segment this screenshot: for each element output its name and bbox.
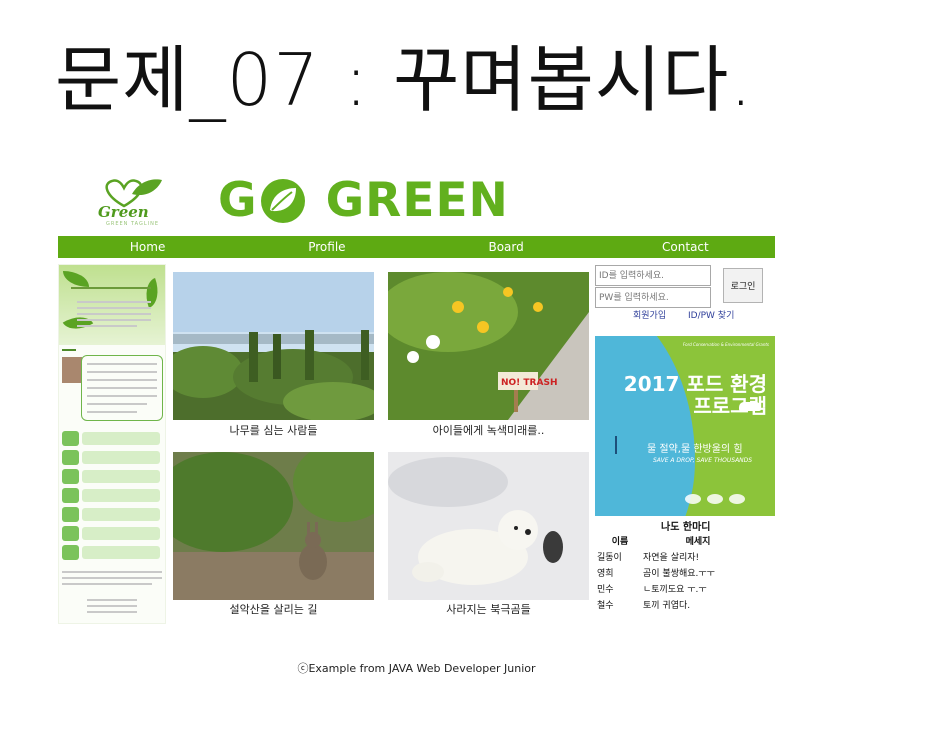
row-message: 토끼 귀엽다. bbox=[643, 600, 691, 611]
find-id-pw-link[interactable]: ID/PW 찾기 bbox=[688, 308, 734, 321]
banner-slogan-en: SAVE A DROP, SAVE THOUSANDS bbox=[653, 457, 753, 464]
small-logo-tagline: GREEN TAGLINE bbox=[106, 221, 160, 227]
row-message: ㄴ토끼도요 ㅜ.ㅜ bbox=[643, 584, 707, 595]
table-row: 영희 곰이 불쌍해요.ㅜㅜ bbox=[597, 564, 753, 580]
nav-home[interactable]: Home bbox=[58, 236, 237, 258]
eco-poster-image bbox=[58, 264, 166, 624]
row-name: 철수 bbox=[597, 600, 614, 611]
row-name: 길동이 bbox=[597, 552, 622, 563]
pw-input[interactable] bbox=[595, 287, 711, 308]
row-name: 영희 bbox=[597, 568, 614, 579]
banner-title-line1: 2017 포드 환경 bbox=[623, 372, 767, 396]
nav-board[interactable]: Board bbox=[417, 236, 596, 258]
logo-word-green: GREEN bbox=[325, 173, 509, 228]
caption-flowers-sign: 아이들에게 녹색미래를.. bbox=[432, 424, 545, 437]
arrow-down-icon bbox=[615, 436, 617, 454]
row-message: 자연을 살리자! bbox=[643, 552, 700, 563]
table-row: 민수 ㄴ토끼도요 ㅜ.ㅜ bbox=[597, 580, 753, 596]
leaf-o-icon bbox=[260, 179, 305, 223]
caption-tree-planting: 나무를 심는 사람들 bbox=[229, 424, 318, 437]
nav-profile[interactable]: Profile bbox=[237, 236, 416, 258]
photo-rabbit bbox=[173, 452, 374, 600]
row-message: 곰이 불쌍해요.ㅜㅜ bbox=[643, 568, 715, 579]
nav-contact[interactable]: Contact bbox=[596, 236, 775, 258]
photo-flowers-sign: NO! TRASH bbox=[388, 272, 589, 420]
copyright-footer: ⓒExample from JAVA Web Developer Junior bbox=[297, 662, 536, 675]
logo-letter-g: G bbox=[218, 173, 258, 228]
green-small-logo: Green GREEN TAGLINE bbox=[96, 176, 166, 228]
guestbook-table: 이름 메세지 길동이 자연을 살리자! 영희 곰이 불쌍해요.ㅜㅜ 민수 ㄴ토끼… bbox=[597, 532, 753, 612]
svg-text:NO! TRASH: NO! TRASH bbox=[501, 378, 557, 388]
ford-program-banner[interactable]: Ford Conservation & Environmental Grants… bbox=[595, 336, 775, 516]
sponsor-logos bbox=[685, 491, 765, 507]
car-icon bbox=[739, 402, 761, 411]
slide-title: 문제_07 : 꾸며봅시다. bbox=[55, 38, 754, 122]
login-button[interactable]: 로그인 bbox=[723, 268, 763, 303]
caption-rabbit: 설악산을 살리는 길 bbox=[229, 603, 318, 616]
table-row: 철수 토끼 귀엽다. bbox=[597, 596, 753, 612]
go-green-logo: G GREEN bbox=[218, 176, 509, 226]
main-nav: Home Profile Board Contact bbox=[58, 236, 775, 258]
signup-link[interactable]: 회원가입 bbox=[633, 308, 666, 321]
row-name: 민수 bbox=[597, 584, 614, 595]
guestbook-title: 나도 한마디 bbox=[661, 522, 711, 533]
table-row: 길동이 자연을 살리자! bbox=[597, 548, 753, 564]
banner-slogan: 물 절약,물 한방울의 힘 bbox=[647, 444, 743, 455]
small-logo-text: Green bbox=[98, 203, 149, 221]
column-header-message: 메세지 bbox=[685, 536, 711, 547]
photo-polar-bear bbox=[388, 452, 589, 600]
column-header-name: 이름 bbox=[611, 536, 629, 547]
id-input[interactable] bbox=[595, 265, 711, 286]
caption-polar-bear: 사라지는 북극곰들 bbox=[446, 603, 531, 616]
photo-tree-planting bbox=[173, 272, 374, 420]
